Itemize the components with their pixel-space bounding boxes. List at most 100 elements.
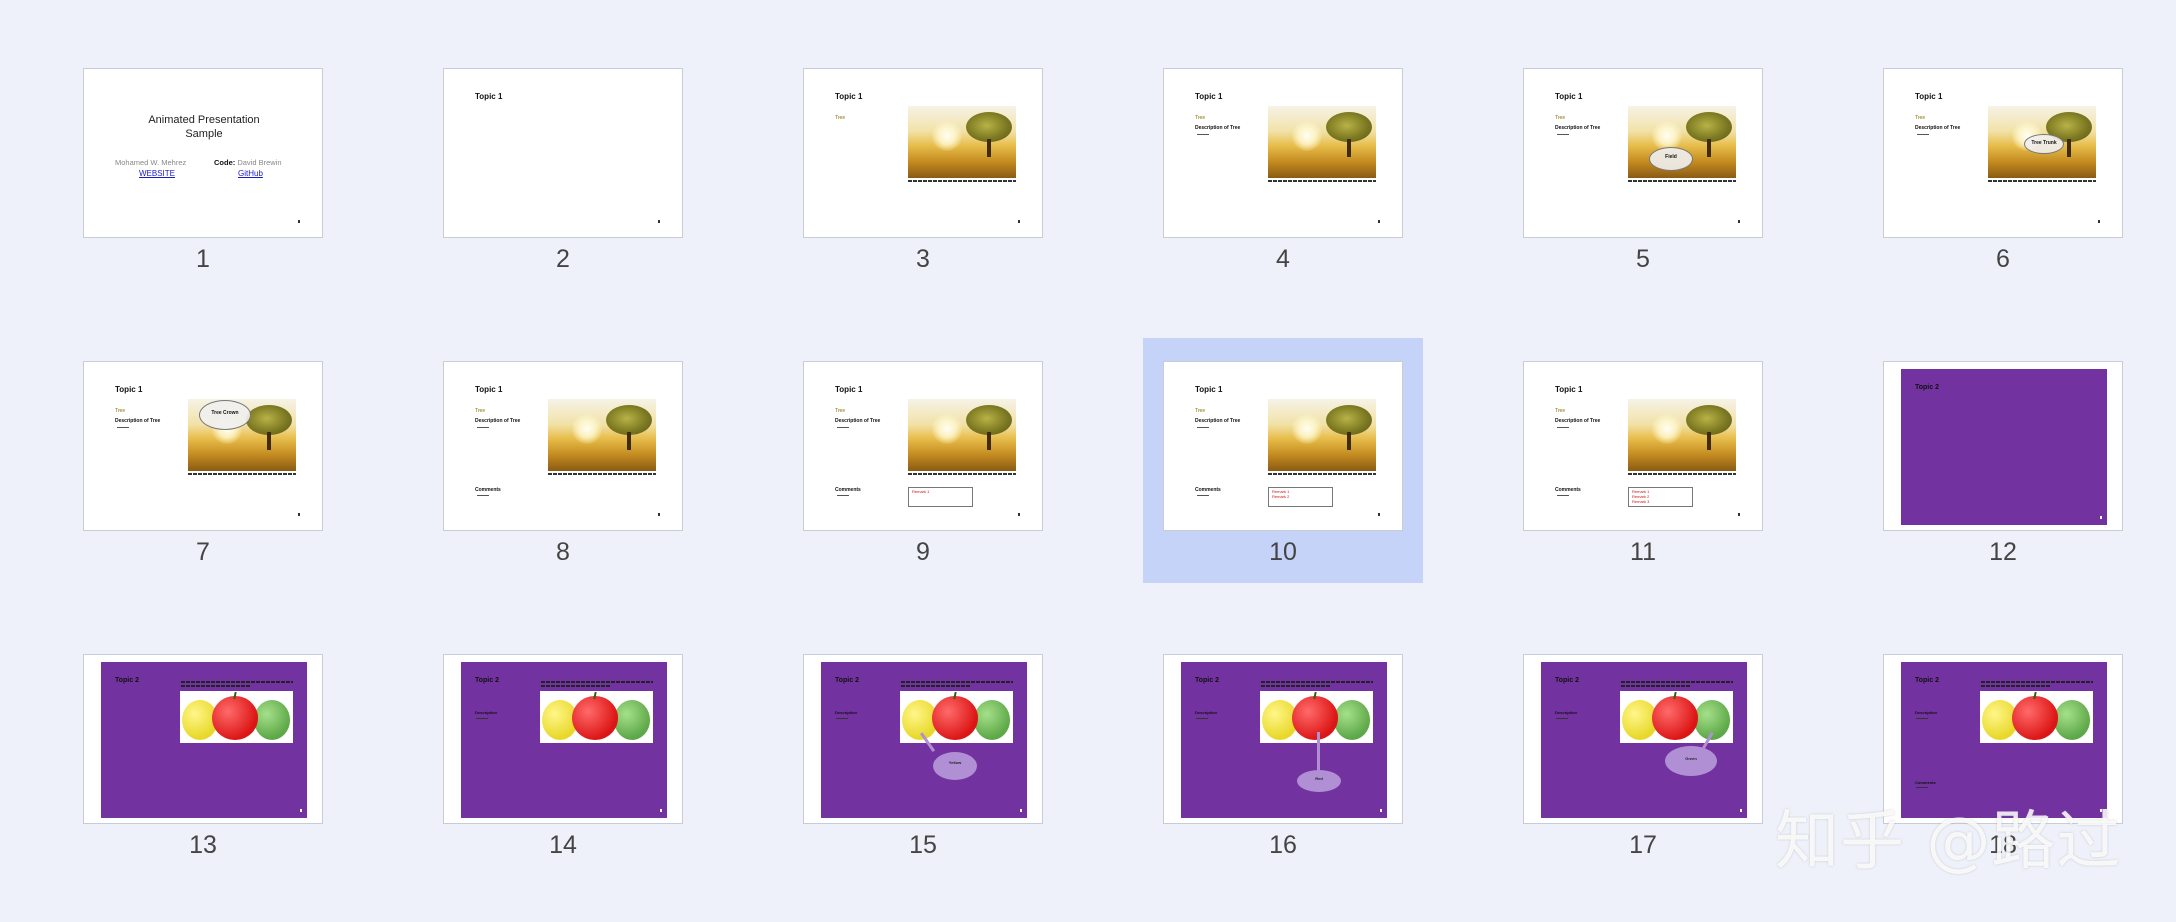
slide-number: 16 (1269, 831, 1297, 859)
slide-thumbnail-11[interactable]: Topic 1 Tree Description of Tree Comment… (1523, 361, 1763, 531)
slide-cell-11[interactable]: Topic 1 Tree Description of Tree Comment… (1503, 338, 1783, 583)
comments-heading: Comments (1195, 487, 1221, 493)
description-text (1196, 718, 1208, 719)
slide-cell-4[interactable]: Topic 1 Tree Description of Tree 4 (1143, 45, 1423, 290)
author-name: Mohamed W. Mehrez (115, 158, 187, 167)
slide-cell-2[interactable]: Topic 1 2 (423, 45, 703, 290)
page-number-mark (1380, 809, 1382, 812)
slide-cell-1[interactable]: Animated Presentation Sample Mohamed W. … (63, 45, 343, 290)
slide-thumbnail-3[interactable]: Topic 1 Tree (803, 68, 1043, 238)
tree-photo (1268, 399, 1376, 471)
slide-cell-5[interactable]: Topic 1 Tree Description of Tree Field 5 (1503, 45, 1783, 290)
comments-heading: Comments (475, 487, 501, 493)
tree-label: Tree (1195, 408, 1206, 414)
slide-thumbnail-1[interactable]: Animated Presentation Sample Mohamed W. … (83, 68, 323, 238)
slide-thumbnail-10[interactable]: Topic 1 Tree Description of Tree Comment… (1163, 361, 1403, 531)
slide-thumbnail-5[interactable]: Topic 1 Tree Description of Tree Field (1523, 68, 1763, 238)
slide-number: 3 (916, 245, 930, 273)
slide-cell-16[interactable]: Topic 2 Description Red 16 (1143, 631, 1423, 876)
callout-bubble: Green (1665, 746, 1717, 776)
slide-thumbnail-8[interactable]: Topic 1 Tree Description of Tree Comment… (443, 361, 683, 531)
comments-text (1197, 495, 1209, 496)
slide-cell-10-selected[interactable]: Topic 1 Tree Description of Tree Comment… (1143, 338, 1423, 583)
tree-label: Tree (1195, 115, 1206, 121)
slide-thumbnail-9[interactable]: Topic 1 Tree Description of Tree Comment… (803, 361, 1043, 531)
page-number-mark (298, 513, 300, 516)
description-heading: Description (1915, 710, 1938, 715)
tree-label: Tree (1915, 115, 1926, 121)
slide-cell-12[interactable]: Topic 2 12 (1863, 338, 2143, 583)
page-number-mark (300, 809, 302, 812)
slide-text-line (901, 681, 1013, 683)
callout-label: Field (1665, 154, 1677, 160)
remarks-box: Remark 1 Remark 2 (1268, 487, 1333, 507)
description-text (117, 427, 129, 428)
remark-item: Remark 1 (912, 489, 930, 494)
description-heading: Description (1195, 710, 1218, 715)
apples-image (900, 691, 1013, 743)
callout-bubble: Field (1649, 147, 1693, 171)
description-text (1557, 134, 1569, 135)
purple-background: Topic 2 Description Yellow (821, 662, 1027, 818)
slide-text-line (541, 681, 653, 683)
purple-background: Topic 2 Description Green (1541, 662, 1747, 818)
description-text (837, 427, 849, 428)
code-credit: Code: David Brewin (214, 158, 282, 167)
description-text (1556, 718, 1568, 719)
page-number-mark (1378, 513, 1380, 516)
github-link[interactable]: GitHub (238, 169, 263, 178)
slide-cell-7[interactable]: Topic 1 Tree Description of Tree Tree Cr… (63, 338, 343, 583)
callout-label: Yellow (948, 760, 962, 765)
slide-number: 14 (549, 831, 577, 859)
code-label: Code: (214, 158, 236, 167)
slide-thumbnail-14[interactable]: Topic 2 Description (443, 654, 683, 824)
slide-number: 1 (196, 245, 210, 273)
tree-label: Tree (475, 408, 486, 414)
page-number-mark (1738, 513, 1740, 516)
remark-item: Remark 2 (1272, 494, 1290, 499)
description-heading: Description of Tree (475, 418, 521, 424)
tree-photo (1268, 106, 1376, 178)
comments-heading: Comments (1915, 780, 1936, 785)
description-text (1197, 134, 1209, 135)
page-number-mark (2100, 516, 2102, 519)
slide-thumbnail-13[interactable]: Topic 2 (83, 654, 323, 824)
slide-thumbnail-6[interactable]: Topic 1 Tree Description of Tree Tree Tr… (1883, 68, 2123, 238)
tree-photo (548, 399, 656, 471)
slide-thumbnail-12[interactable]: Topic 2 (1883, 361, 2123, 531)
slide-text-line (541, 685, 611, 687)
description-heading: Description of Tree (115, 418, 161, 424)
website-link[interactable]: WEBSITE (139, 169, 175, 178)
description-text (1917, 134, 1929, 135)
slide-cell-13[interactable]: Topic 2 13 (63, 631, 343, 876)
slide-number: 2 (556, 245, 570, 273)
slide-thumbnail-7[interactable]: Topic 1 Tree Description of Tree Tree Cr… (83, 361, 323, 531)
slide-cell-3[interactable]: Topic 1 Tree 3 (783, 45, 1063, 290)
slide-cell-15[interactable]: Topic 2 Description Yellow 15 (783, 631, 1063, 876)
apples-image (1980, 691, 2093, 743)
callout-label: Red (1315, 776, 1323, 781)
slide-cell-9[interactable]: Topic 1 Tree Description of Tree Comment… (783, 338, 1063, 583)
description-heading: Description of Tree (1195, 125, 1241, 131)
slide-thumbnail-15[interactable]: Topic 2 Description Yellow (803, 654, 1043, 824)
slide-cell-6[interactable]: Topic 1 Tree Description of Tree Tree Tr… (1863, 45, 2143, 290)
callout-bubble: Tree Trunk (2024, 134, 2064, 154)
slide-thumbnail-2[interactable]: Topic 1 (443, 68, 683, 238)
slide-thumbnail-17[interactable]: Topic 2 Description Green (1523, 654, 1763, 824)
photo-caption (908, 473, 1016, 475)
slide-thumbnail-16[interactable]: Topic 2 Description Red (1163, 654, 1403, 824)
slide-cell-14[interactable]: Topic 2 Description 14 (423, 631, 703, 876)
slide-text-line (181, 685, 251, 687)
slide-number: 5 (1636, 245, 1650, 273)
callout-bubble: Red (1297, 770, 1341, 792)
callout-label: Tree Crown (211, 410, 239, 416)
slide-cell-8[interactable]: Topic 1 Tree Description of Tree Comment… (423, 338, 703, 583)
slide-cell-17[interactable]: Topic 2 Description Green 17 (1503, 631, 1783, 876)
callout-label: Tree Trunk (2031, 140, 2057, 146)
description-text (1916, 718, 1928, 719)
description-heading: Description of Tree (835, 418, 881, 424)
page-number-mark (660, 809, 662, 812)
slide-topic: Topic 2 (115, 677, 139, 684)
photo-caption (1268, 180, 1376, 182)
slide-thumbnail-4[interactable]: Topic 1 Tree Description of Tree (1163, 68, 1403, 238)
